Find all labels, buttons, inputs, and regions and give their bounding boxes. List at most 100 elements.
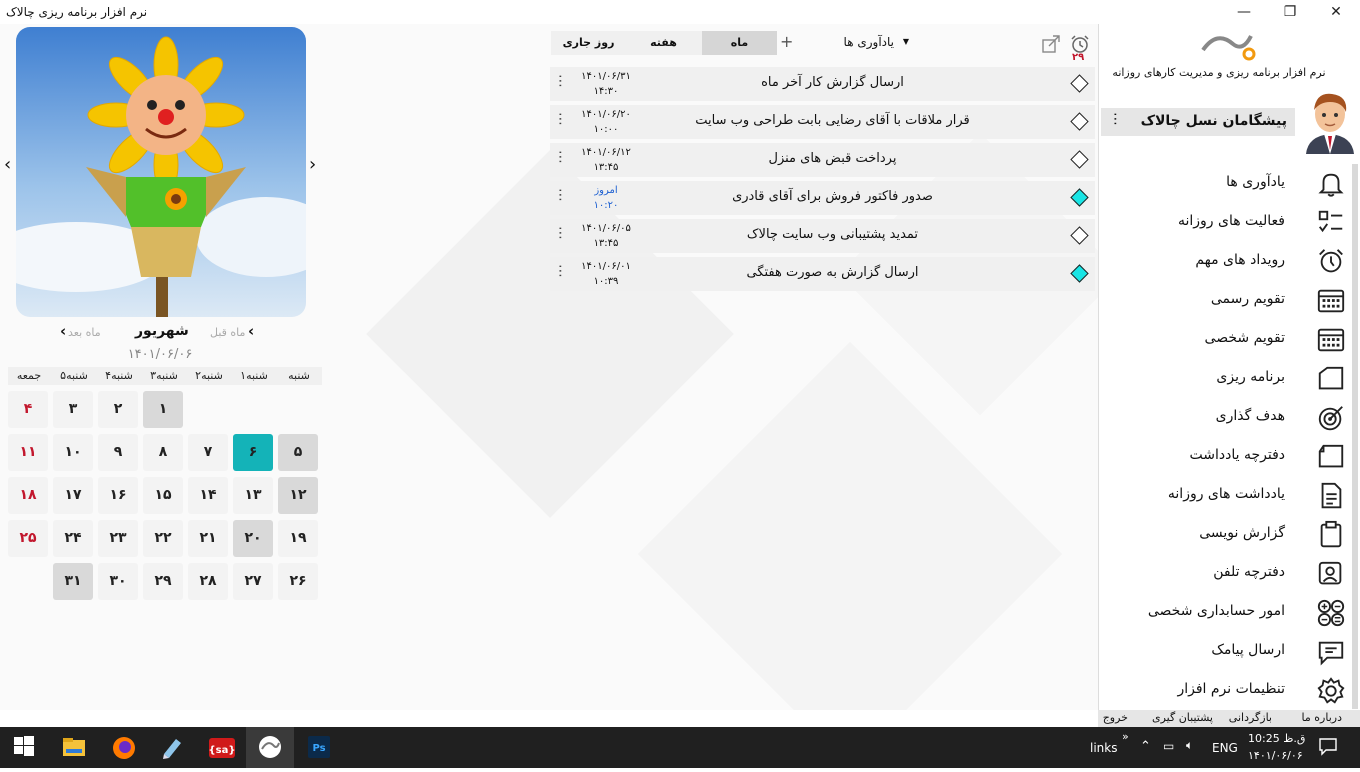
volume-icon[interactable]: 🔈︎ [1186,738,1193,753]
calendar-day[interactable]: ۱۰ [53,434,93,471]
profile-bar[interactable]: ⋯ پیشگامان نسل چالاک [1101,108,1295,136]
kebab-menu-icon[interactable]: ⋯ [552,226,568,240]
calendar-day[interactable]: ۸ [143,434,183,471]
network-icon[interactable]: ▭ [1163,739,1174,753]
kebab-menu-icon[interactable]: ⋯ [552,150,568,164]
exit-button[interactable]: خروج [1103,711,1128,724]
add-button[interactable]: + [780,32,793,51]
calendar-day[interactable]: ۱۳ [233,477,273,514]
prev-month-button[interactable]: ماه قبل [210,326,245,339]
sidebar-item[interactable]: هدف گذاری [1099,398,1349,436]
diamond-status-icon[interactable] [1070,264,1089,283]
calendar-day[interactable]: ۳۰ [98,563,138,600]
sidebar-item[interactable]: یادداشت های روزانه [1099,476,1349,514]
close-button[interactable]: ✕ [1313,0,1359,24]
calendar-day[interactable]: ۱۵ [143,477,183,514]
reminder-type-select[interactable]: یادآوری ها ▼ [800,32,912,54]
maximize-button[interactable]: ❐ [1267,0,1313,24]
calendar-day[interactable]: ۲۱ [188,520,228,557]
expand-icon[interactable] [1040,33,1062,55]
calendar-day[interactable]: ۴ [8,391,48,428]
reminder-row[interactable]: ⋯ امروز ۱۰:۲۰ صدور فاکتور فروش برای آقای قا… [550,181,1095,215]
calendar-day[interactable]: ۵ [278,434,318,471]
calendar-day[interactable]: ۲۸ [188,563,228,600]
diamond-status-icon[interactable] [1070,226,1089,245]
language-indicator[interactable]: ENG [1212,741,1238,755]
calendar-day[interactable]: ۲۲ [143,520,183,557]
kebab-menu-icon[interactable]: ⋯ [552,188,568,202]
calendar-day[interactable]: ۶ [233,434,273,471]
calendar-day[interactable]: ۱۲ [278,477,318,514]
calendar-day[interactable]: ۱۹ [278,520,318,557]
photo-next-arrow[interactable]: › [309,154,316,175]
backup-button[interactable]: پشتیبان گیری [1152,711,1213,724]
diamond-status-icon[interactable] [1070,74,1089,93]
photoshop-icon[interactable]: Ps [308,736,332,760]
notepad-icon[interactable] [160,736,184,760]
photo-prev-arrow[interactable]: ‹ [4,154,11,175]
calendar-day[interactable]: ۳۱ [53,563,93,600]
windows-start-icon[interactable] [14,736,38,760]
clock-date[interactable]: ۱۴۰۱/۰۶/۰۶ [1248,749,1303,762]
about-button[interactable]: درباره ما [1302,711,1342,724]
clock-time[interactable]: ق.ظ 10:25 [1248,732,1305,745]
sidebar-item[interactable]: فعالیت های روزانه [1099,203,1349,241]
tray-up-arrow-icon[interactable]: ⌃ [1140,739,1151,754]
calendar-day[interactable]: ۲ [98,391,138,428]
calendar-day[interactable]: ۱ [143,391,183,428]
calendar-day[interactable]: ۱۶ [98,477,138,514]
sidebar-item[interactable]: گزارش نویسی [1099,515,1349,553]
calendar-day[interactable]: ۲۳ [98,520,138,557]
calendar-day[interactable]: ۲۶ [278,563,318,600]
reminder-row[interactable]: ⋯ ۱۴۰۱/۰۶/۱۲ ۱۳:۴۵ پرداخت قبض های منزل [550,143,1095,177]
diamond-status-icon[interactable] [1070,112,1089,131]
reminder-row[interactable]: ⋯ ۱۴۰۱/۰۶/۳۱ ۱۴:۳۰ ارسال گزارش کار آخر ماه [550,67,1095,101]
chevron-icon[interactable]: » [1122,730,1129,743]
chevron-right-icon[interactable]: ‹ [248,322,254,340]
sidebar-item[interactable]: تقویم رسمی [1099,281,1349,319]
calendar-day[interactable]: ۲۰ [233,520,273,557]
sidebar-item[interactable]: دفترچه تلفن [1099,554,1349,592]
sidebar-scrollbar[interactable] [1352,164,1358,709]
calendar-day[interactable]: ۲۹ [143,563,183,600]
diamond-status-icon[interactable] [1070,150,1089,169]
minimize-button[interactable]: — [1221,0,1267,24]
kebab-menu-icon[interactable]: ⋯ [552,264,568,278]
kebab-menu-icon[interactable]: ⋯ [552,112,568,126]
calendar-day[interactable]: ۱۱ [8,434,48,471]
firefox-icon[interactable] [112,736,136,760]
calendar-day[interactable]: ۷ [188,434,228,471]
chevron-left-icon[interactable]: ‹ [60,322,66,340]
kebab-menu-icon[interactable]: ⋯ [1107,112,1123,126]
kebab-menu-icon[interactable]: ⋯ [552,74,568,88]
calendar-day[interactable]: ۲۷ [233,563,273,600]
calendar-day[interactable]: ۳ [53,391,93,428]
diamond-status-icon[interactable] [1070,188,1089,207]
calendar-day[interactable]: ۱۴ [188,477,228,514]
calendar-day[interactable]: ۲۵ [8,520,48,557]
sidebar-item[interactable]: تنظیمات نرم افزار [1099,671,1349,709]
file-explorer-icon[interactable] [62,736,86,760]
links-toolbar[interactable]: links [1090,741,1117,755]
tab-month[interactable]: ماه [702,31,777,55]
tab-today[interactable]: روز جاری [551,31,626,55]
calendar-day[interactable]: ۱۷ [53,477,93,514]
reminder-row[interactable]: ⋯ ۱۴۰۱/۰۶/۰۱ ۱۰:۳۹ ارسال گزارش به صورت هفتگ… [550,257,1095,291]
sidebar-item[interactable]: دفترچه یادداشت [1099,437,1349,475]
sidebar-item[interactable]: رویداد های مهم [1099,242,1349,280]
chalak-app-icon[interactable] [246,727,294,768]
notification-icon[interactable] [1318,736,1342,760]
sidebar-item[interactable]: یادآوری ها [1099,164,1349,202]
reminder-row[interactable]: ⋯ ۱۴۰۱/۰۶/۰۵ ۱۳:۴۵ تمدید پشتیبانی وب سایت چ… [550,219,1095,253]
calendar-day[interactable]: ۹ [98,434,138,471]
calendar-day[interactable]: ۲۴ [53,520,93,557]
restore-button[interactable]: بازگردانی [1229,711,1272,724]
sidebar-item[interactable]: برنامه ریزی [1099,359,1349,397]
tab-week[interactable]: هفته [626,31,701,55]
sidebar-item[interactable]: ارسال پیامک [1099,632,1349,670]
sidebar-item[interactable]: امور حسابداری شخصی [1099,593,1349,631]
reminder-row[interactable]: ⋯ ۱۴۰۱/۰۶/۲۰ ۱۰:۰۰ قرار ملاقات با آقای رضای… [550,105,1095,139]
calendar-day[interactable]: ۱۸ [8,477,48,514]
next-month-button[interactable]: ماه بعد [68,326,101,339]
sa-app-icon[interactable]: {sa} [209,736,235,760]
